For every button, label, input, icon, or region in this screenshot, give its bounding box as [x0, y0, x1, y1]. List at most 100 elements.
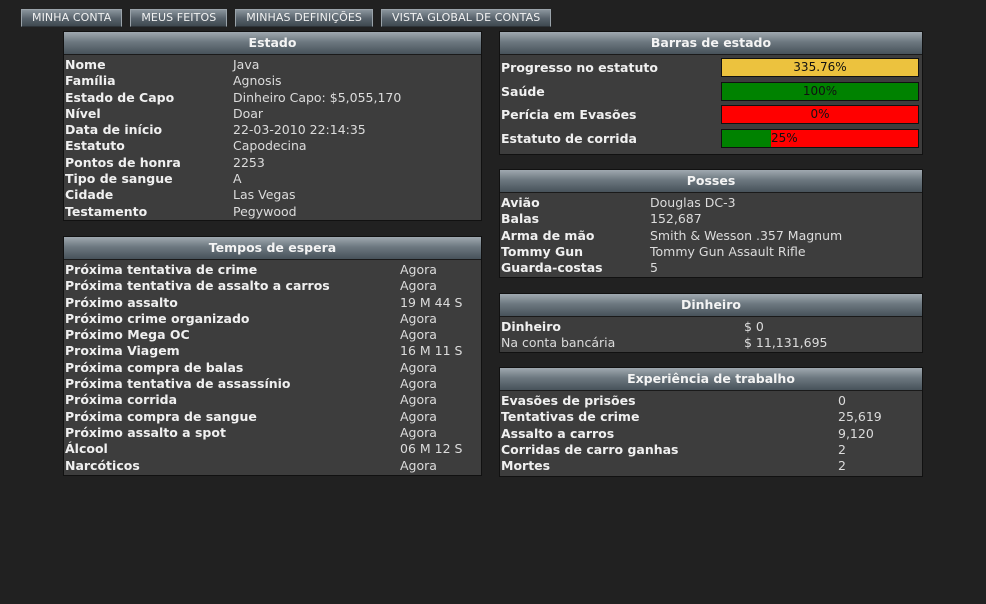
tempos-label: Próxima tentativa de assalto a carros: [65, 278, 330, 294]
dinheiro-panel-title: Dinheiro: [500, 294, 922, 317]
top-nav-tabs: MINHA CONTA MEUS FEITOS MINHAS DEFINIÇÕE…: [21, 9, 552, 27]
posses-row: Arma de mão Smith & Wesson .357 Magnum: [501, 228, 921, 244]
experiencia-value: 25,619: [838, 409, 882, 425]
posses-rows: Avião Douglas DC-3 Balas 152,687 Arma de mão…: [500, 193, 922, 276]
tempos-row: Próxima compra de sangue Agora: [65, 409, 480, 425]
posses-row: Guarda-costas 5: [501, 260, 921, 276]
posses-value: 5: [650, 260, 658, 276]
estado-label: Estado de Capo: [65, 89, 175, 105]
posses-value: Smith & Wesson .357 Magnum: [650, 227, 843, 243]
barras-rows: Progresso no estatuto 335.76% Saúde 100% Per…: [500, 55, 922, 150]
experiencia-panel-title: Experiência de trabalho: [500, 368, 922, 391]
estado-value: Capodecina: [233, 138, 307, 154]
estado-value: 22-03-2010 22:14:35: [233, 122, 366, 138]
tempos-value: Agora: [400, 262, 437, 277]
experiencia-row: Assalto a carros 9,120: [501, 426, 921, 442]
tempos-row: Próximo Mega OC Agora: [65, 327, 480, 343]
status-progress-text: 25%: [771, 130, 798, 145]
tab-vista-global-de-contas[interactable]: VISTA GLOBAL DE CONTAS: [380, 9, 552, 27]
estado-value: Las Vegas: [233, 187, 296, 203]
tempos-value: Agora: [400, 278, 437, 294]
experiencia-label: Evasões de prisões: [501, 393, 636, 408]
tempos-label: Próxima compra de balas: [65, 359, 244, 375]
tab-minhas-definicoes[interactable]: MINHAS DEFINIÇÕES: [235, 9, 373, 27]
estado-label: Testamento: [65, 203, 148, 219]
dinheiro-label: Na conta bancária: [501, 335, 616, 351]
tempos-row: Próxima tentativa de assassínio Agora: [65, 376, 480, 392]
tempos-row: Próxima corrida Agora: [65, 392, 480, 408]
experiencia-de-trabalho-panel: Experiência de trabalho Evasões de prisõ…: [499, 367, 923, 477]
dinheiro-label: Dinheiro: [501, 319, 561, 334]
status-progress-fill: [722, 129, 771, 147]
tempos-row: Narcóticos Agora: [65, 458, 480, 474]
tempos-value: Agora: [400, 424, 437, 440]
barras-panel-title: Barras de estado: [500, 32, 922, 55]
experiencia-row: Corridas de carro ganhas 2: [501, 442, 921, 458]
posses-value: 152,687: [650, 211, 702, 227]
tempos-row: Proxima Viagem 16 M 11 S: [65, 343, 480, 359]
tempos-value: 19 M 44 S: [400, 294, 463, 310]
experiencia-label: Assalto a carros: [501, 425, 615, 441]
estado-value: Pegywood: [233, 203, 297, 219]
experiencia-value: 9,120: [838, 425, 874, 441]
tempos-label: Proxima Viagem: [65, 343, 180, 359]
tempos-row: Próxima tentativa de crime Agora: [65, 262, 480, 278]
status-progress-bar: 25%: [721, 128, 919, 148]
status-bar-label: Estatuto de corrida: [501, 130, 637, 146]
estado-value: Java: [233, 57, 260, 72]
status-progress-bar: 100%: [721, 81, 919, 101]
status-bar-row: Estatuto de corrida 25%: [500, 127, 922, 151]
estado-row: Estado de Capo Dinheiro Capo: $5,055,170: [65, 90, 480, 106]
tempos-row: Próximo assalto 19 M 44 S: [65, 295, 480, 311]
status-bar-label: Perícia em Evasões: [501, 107, 637, 123]
tempos-label: Narcóticos: [65, 457, 140, 473]
tempos-label: Próxima corrida: [65, 392, 178, 408]
tempos-value: Agora: [400, 359, 437, 375]
estado-row: Nível Doar: [65, 106, 480, 122]
tempos-row: Próximo assalto a spot Agora: [65, 425, 480, 441]
tempos-value: Agora: [400, 408, 437, 424]
status-bar-row: Saúde 100%: [500, 80, 922, 104]
tempos-row: Álcool 06 M 12 S: [65, 441, 480, 457]
estado-label: Data de início: [65, 122, 163, 138]
tab-minha-conta[interactable]: MINHA CONTA: [21, 9, 123, 27]
experiencia-row: Mortes 2: [501, 458, 921, 474]
experiencia-rows: Evasões de prisões 0 Tentativas de crime 25…: [500, 391, 922, 474]
estado-panel: Estado Nome Java Família Agnosis Estado de C…: [63, 31, 482, 221]
tempos-value: 16 M 11 S: [400, 343, 463, 359]
tempos-value: Agora: [400, 376, 437, 392]
posses-value: Tommy Gun Assault Rifle: [650, 243, 806, 259]
estado-label: Estatuto: [65, 138, 125, 154]
tempos-label: Próximo assalto: [65, 294, 178, 310]
posses-row: Balas 152,687: [501, 211, 921, 227]
posses-panel-title: Posses: [500, 170, 922, 193]
dinheiro-value: $ 11,131,695: [744, 335, 828, 351]
estado-row: Tipo de sangue A: [65, 171, 480, 187]
tempos-label: Próximo assalto a spot: [65, 424, 226, 440]
tempos-row: Próximo crime organizado Agora: [65, 311, 480, 327]
estado-value: Dinheiro Capo: $5,055,170: [233, 89, 402, 105]
experiencia-label: Corridas de carro ganhas: [501, 441, 679, 457]
experiencia-value: 2: [838, 441, 846, 457]
tempos-label: Próximo crime organizado: [65, 310, 250, 326]
experiencia-label: Tentativas de crime: [501, 409, 640, 425]
tempos-de-espera-panel: Tempos de espera Próxima tentativa de cr…: [63, 236, 482, 476]
dinheiro-value: $ 0: [744, 319, 764, 334]
experiencia-value: 0: [838, 393, 846, 408]
tab-meus-feitos[interactable]: MEUS FEITOS: [130, 9, 228, 27]
tempos-label: Próxima tentativa de assassínio: [65, 376, 291, 392]
estado-row: Testamento Pegywood: [65, 204, 480, 220]
tempos-label: Próxima compra de sangue: [65, 408, 257, 424]
status-progress-bar: 335.76%: [721, 58, 919, 78]
tempos-row: Próxima compra de balas Agora: [65, 360, 480, 376]
experiencia-row: Tentativas de crime 25,619: [501, 409, 921, 425]
dinheiro-row: Dinheiro $ 0: [501, 319, 921, 335]
status-progress-text: 100%: [802, 83, 838, 98]
tempos-value: 06 M 12 S: [400, 441, 463, 457]
posses-panel: Posses Avião Douglas DC-3 Balas 152,687 Arma…: [499, 169, 923, 278]
status-bar-label: Saúde: [501, 83, 545, 99]
tempos-label: Álcool: [65, 441, 108, 457]
status-progress-bar: 0%: [721, 105, 919, 125]
experiencia-value: 2: [838, 458, 846, 474]
barras-de-estado-panel: Barras de estado Progresso no estatuto 33…: [499, 31, 923, 155]
